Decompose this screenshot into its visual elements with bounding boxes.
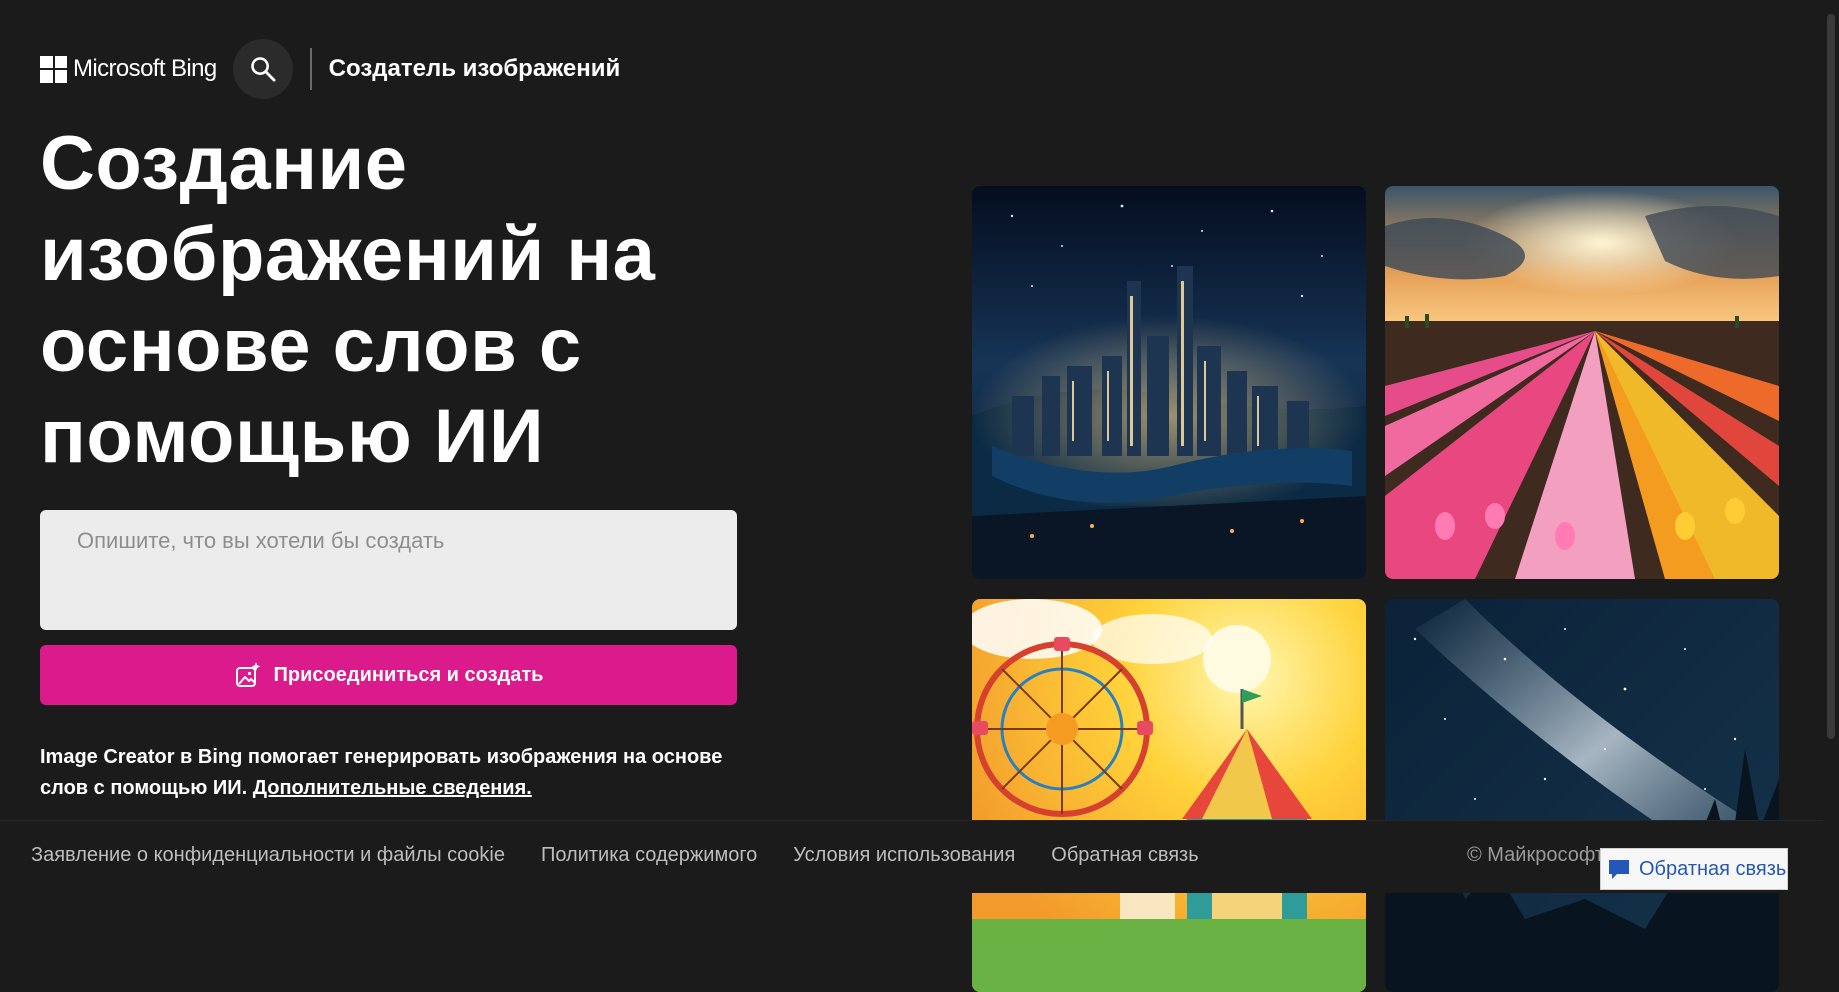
copyright: © Майкрософт [1467,844,1604,866]
search-button[interactable] [232,39,293,99]
scrollbar-thumb[interactable] [1827,14,1835,739]
footer-link-feedback[interactable]: Обратная связь [1051,844,1198,867]
page-scrollbar[interactable] [1823,0,1839,893]
footer: Заявление о конфиденциальности и файлы c… [0,820,1839,893]
microsoft-logo-icon [40,55,67,83]
join-and-create-label: Присоединиться и создать [273,663,544,686]
feedback-button[interactable]: Обратная связь [1600,848,1788,890]
hero-title: Создание изображений на основе слов с по… [40,121,656,479]
carnival-image[interactable] [972,599,1366,992]
chat-bubble-icon [1609,860,1629,879]
join-and-create-button[interactable]: Присоединиться и создать [40,645,737,705]
footer-link-content-policy[interactable]: Политика содержимого [541,844,757,867]
app-title[interactable]: Создатель изображений [329,55,621,83]
logo-text: Microsoft Bing [73,55,217,82]
footer-link-privacy[interactable]: Заявление о конфиденциальности и файлы c… [31,844,505,867]
milky-way-image[interactable] [1385,599,1779,992]
header: Microsoft Bing Создатель изображений [40,39,621,99]
footer-links: Заявление о конфиденциальности и файлы c… [31,844,1235,867]
image-sparkle-icon [235,662,261,687]
header-divider [309,48,312,90]
city-night-image[interactable] [972,186,1366,579]
description: Image Creator в Bing помогает генерирова… [40,742,740,804]
footer-link-terms[interactable]: Условия использования [793,844,1015,867]
more-info-link[interactable]: Дополнительные сведения. [253,777,532,799]
tulip-field-image[interactable] [1385,186,1779,579]
search-icon [250,57,276,82]
microsoft-bing-logo[interactable]: Microsoft Bing [40,55,217,83]
prompt-input[interactable] [40,510,737,630]
feedback-button-label: Обратная связь [1639,857,1787,880]
